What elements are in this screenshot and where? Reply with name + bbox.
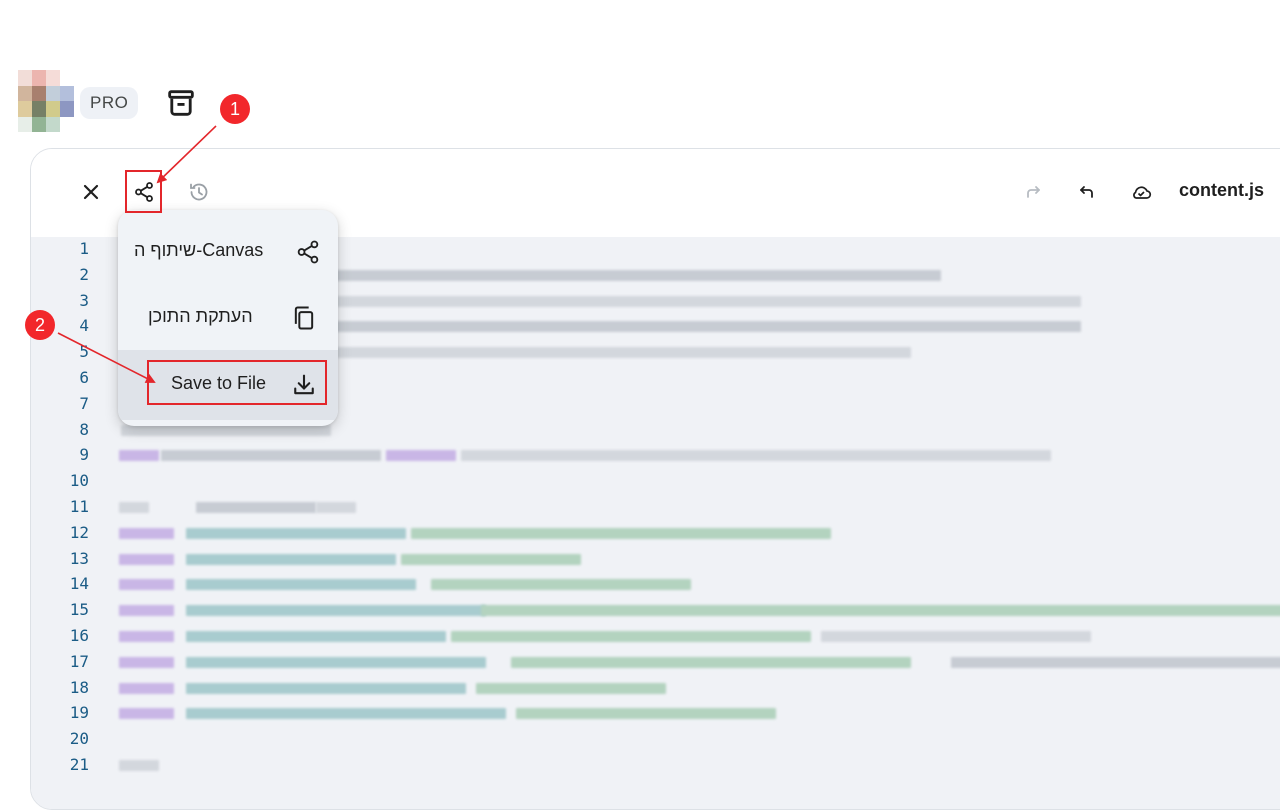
- line-number: 6: [79, 368, 89, 387]
- blurred-code: [951, 656, 1280, 668]
- blurred-code: [119, 656, 174, 668]
- line-number: 7: [79, 393, 89, 413]
- share-icon: [294, 238, 322, 266]
- line-number: 16: [69, 626, 89, 645]
- avatar[interactable]: [18, 70, 74, 132]
- line-number: 17: [69, 651, 89, 671]
- blurred-code: [119, 631, 174, 642]
- blurred-code: [461, 450, 1051, 462]
- blurred-code: [476, 682, 666, 694]
- line-number: 12: [69, 522, 89, 542]
- blurred-code: [186, 579, 416, 591]
- annotation-box-share: [125, 170, 162, 213]
- blurred-code: [119, 450, 159, 462]
- line-number: 13: [69, 548, 89, 568]
- blurred-code: [321, 321, 1081, 333]
- line-number: 5: [79, 342, 89, 362]
- blurred-code: [321, 295, 1081, 307]
- line-number: 18: [69, 677, 89, 697]
- blurred-code: [186, 682, 466, 694]
- line-number: 4: [79, 316, 89, 336]
- blurred-code: [821, 631, 1091, 642]
- blurred-code: [481, 605, 1280, 617]
- line-number: 1: [79, 239, 89, 258]
- blurred-code: [316, 502, 356, 513]
- blurred-code: [186, 553, 396, 565]
- blurred-code: [119, 682, 174, 694]
- blurred-code: [451, 631, 811, 642]
- blurred-code: [161, 450, 381, 462]
- menu-item-label: שיתוף ה-Canvas: [134, 240, 264, 260]
- copy-icon: [290, 304, 318, 332]
- blurred-code: [186, 708, 506, 720]
- close-icon[interactable]: [75, 176, 107, 208]
- annotation-badge-1: 1: [220, 94, 250, 124]
- blurred-code: [401, 553, 581, 565]
- blurred-code: [321, 347, 911, 359]
- blurred-code: [121, 424, 331, 436]
- menu-item-share-canvas[interactable]: שיתוף ה-Canvas: [118, 220, 338, 284]
- blurred-code: [411, 527, 831, 539]
- blurred-code: [386, 450, 456, 462]
- canvas-filename: content.js: [1179, 180, 1265, 200]
- line-number: 21: [69, 755, 89, 774]
- blurred-code: [119, 760, 159, 771]
- menu-item-label: העתקת התוכן: [148, 306, 253, 326]
- line-number: 15: [69, 600, 89, 620]
- blurred-code: [119, 527, 174, 539]
- blurred-code: [431, 579, 691, 591]
- blurred-code: [186, 631, 446, 642]
- line-number: 2: [79, 264, 89, 284]
- line-number: 8: [79, 419, 89, 439]
- undo-icon[interactable]: [1071, 176, 1103, 208]
- menu-item-copy-content[interactable]: העתקת התוכן: [118, 286, 338, 350]
- blurred-code: [196, 502, 316, 513]
- pro-badge: PRO: [80, 87, 139, 119]
- blurred-code: [119, 708, 174, 720]
- blurred-code: [119, 553, 174, 565]
- history-icon[interactable]: [183, 176, 215, 208]
- cloud-saved-icon: [1125, 176, 1157, 208]
- line-number: 9: [79, 445, 89, 465]
- archive-icon[interactable]: [164, 86, 198, 120]
- redo-icon[interactable]: [1017, 176, 1049, 208]
- annotation-box-save: [147, 360, 327, 405]
- blurred-code: [119, 579, 174, 591]
- line-number: 20: [69, 729, 89, 749]
- blurred-code: [321, 269, 941, 281]
- blurred-code: [119, 502, 149, 513]
- line-number: 10: [69, 471, 89, 491]
- blurred-code: [516, 708, 776, 720]
- blurred-code: [186, 527, 406, 539]
- line-number: 11: [69, 497, 89, 516]
- blurred-code: [186, 656, 486, 668]
- line-number: 14: [69, 574, 89, 594]
- line-number: 19: [69, 703, 89, 723]
- blurred-code: [186, 605, 486, 617]
- annotation-badge-2: 2: [25, 310, 55, 340]
- line-number: 3: [79, 290, 89, 310]
- blurred-code: [511, 656, 911, 668]
- blurred-code: [119, 605, 174, 617]
